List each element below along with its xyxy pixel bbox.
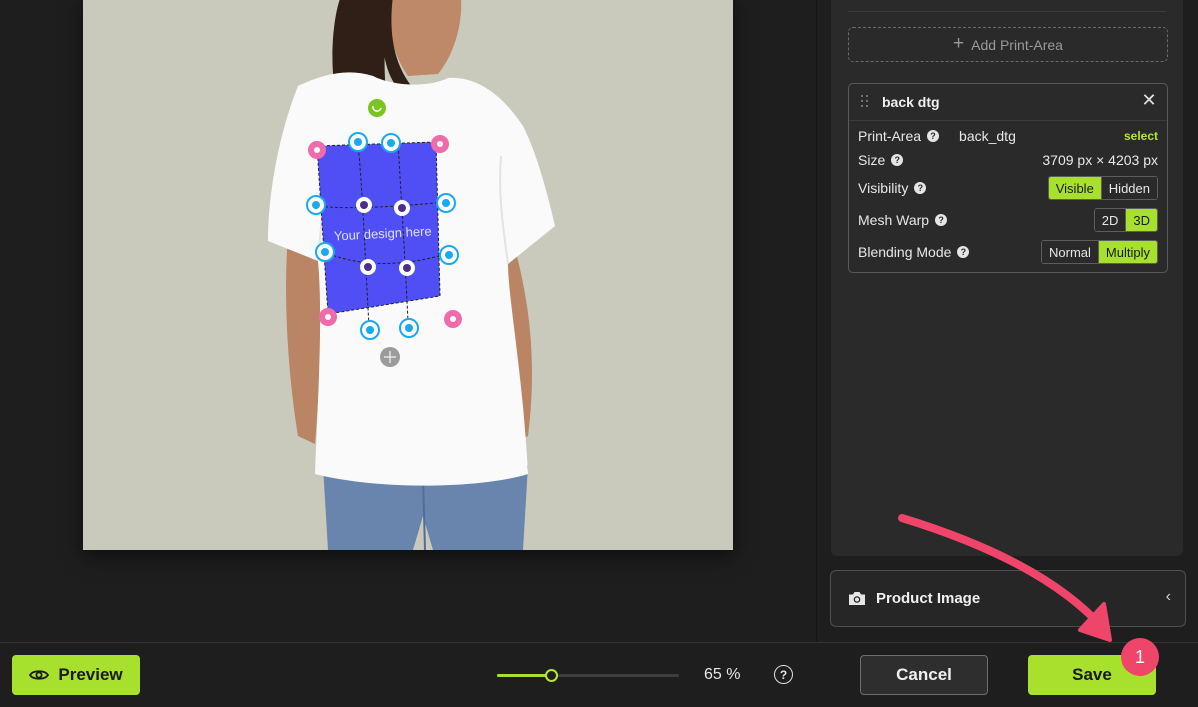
preview-button[interactable]: Preview: [12, 655, 140, 695]
canvas-area: Your design here: [0, 0, 817, 642]
mesh-warp-row: Mesh Warp ? 2D 3D: [858, 208, 1158, 232]
print-area-label: Print-Area: [858, 128, 922, 144]
help-icon[interactable]: ?: [891, 154, 904, 166]
drag-handle-icon[interactable]: [861, 95, 871, 109]
blending-mode-row: Blending Mode ? Normal Multiply: [858, 240, 1158, 264]
mesh-warp-2d-option[interactable]: 2D: [1094, 209, 1126, 231]
size-label: Size: [858, 152, 886, 168]
add-print-area-button[interactable]: + Add Print-Area: [848, 27, 1168, 62]
visibility-hidden-option[interactable]: Hidden: [1100, 177, 1157, 199]
card-header: back dtg ✕: [849, 84, 1167, 121]
help-icon[interactable]: ?: [927, 130, 940, 142]
mockup-editor: Your design here + Add Print-Area back d…: [0, 0, 1198, 707]
blending-normal-option[interactable]: Normal: [1042, 241, 1098, 263]
add-print-area-label: Add Print-Area: [971, 36, 1063, 53]
camera-icon: [849, 592, 865, 605]
visibility-label: Visibility: [858, 180, 909, 196]
mesh-warp-toggle: 2D 3D: [1093, 208, 1158, 232]
model-photo: Your design here: [83, 0, 733, 550]
zoom-slider-thumb[interactable]: [545, 669, 559, 682]
close-icon[interactable]: ✕: [1141, 91, 1157, 109]
bottom-toolbar: Preview 65 % ? Cancel Save: [0, 642, 1198, 707]
cancel-button[interactable]: Cancel: [860, 655, 988, 695]
help-icon[interactable]: ?: [935, 214, 948, 226]
help-icon[interactable]: ?: [957, 246, 970, 258]
product-image: Your design here: [83, 0, 733, 550]
zoom-slider[interactable]: [497, 669, 679, 682]
preview-label: Preview: [58, 665, 123, 684]
print-area-value: back_dtg: [959, 128, 1016, 144]
visibility-row: Visibility ? Visible Hidden: [858, 176, 1158, 200]
help-icon[interactable]: ?: [774, 665, 793, 684]
visibility-visible-option[interactable]: Visible: [1048, 177, 1101, 199]
panel-divider: [848, 0, 1166, 12]
eye-icon: [29, 670, 50, 680]
product-image-label: Product Image: [876, 590, 981, 607]
print-area-title: back dtg: [882, 94, 940, 110]
blending-mode-label: Blending Mode: [858, 244, 952, 260]
mesh-warp-3d-option[interactable]: 3D: [1125, 209, 1157, 231]
zoom-value: 65 %: [704, 666, 741, 683]
product-image-section[interactable]: Product Image ‹: [830, 570, 1186, 627]
chevron-left-icon[interactable]: ‹: [1166, 588, 1171, 606]
right-panel: + Add Print-Area back dtg ✕ Print-Area ?…: [818, 0, 1198, 642]
print-areas-panel: + Add Print-Area back dtg ✕ Print-Area ?…: [831, 0, 1183, 556]
rotate-handle[interactable]: [368, 99, 386, 117]
zoom-slider-fill: [497, 674, 552, 677]
plus-icon: +: [953, 33, 965, 54]
step-badge: 1: [1121, 638, 1159, 676]
mesh-warp-label: Mesh Warp: [858, 212, 930, 228]
size-row: Size ? 3709 px × 4203 px: [858, 148, 1158, 172]
print-area-card: back dtg ✕ Print-Area ? back_dtg select …: [848, 83, 1168, 273]
size-value: 3709 px × 4203 px: [1042, 152, 1158, 168]
blending-multiply-option[interactable]: Multiply: [1097, 241, 1157, 263]
visibility-toggle: Visible Hidden: [1047, 176, 1158, 200]
print-area-row: Print-Area ? back_dtg select: [858, 124, 1158, 148]
help-icon[interactable]: ?: [914, 182, 927, 194]
select-link[interactable]: select: [1124, 129, 1158, 143]
blending-mode-toggle: Normal Multiply: [1041, 240, 1158, 264]
